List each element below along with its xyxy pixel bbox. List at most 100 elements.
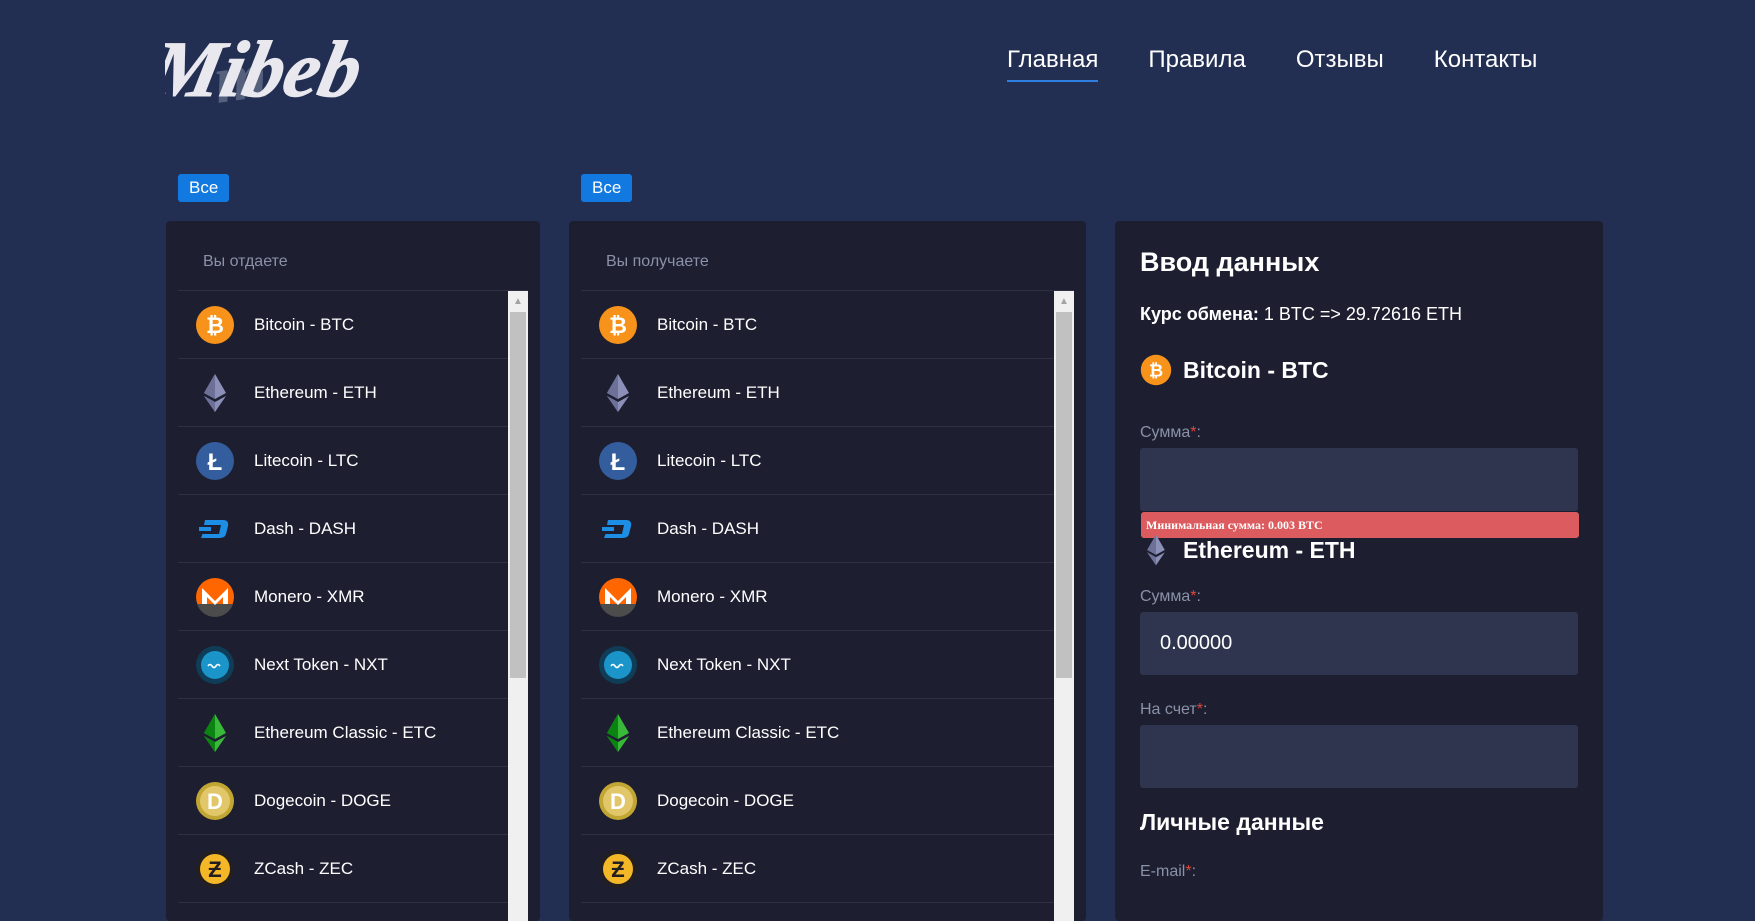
email-label: E-mail*:	[1140, 863, 1197, 880]
bitcoin-icon: ₿	[195, 305, 235, 345]
list-item[interactable]: Next Token - NXT	[178, 631, 508, 699]
svg-text:D: D	[610, 789, 626, 814]
ethereum-classic-icon	[598, 713, 638, 753]
get-currency-list: ₿ Bitcoin - BTC Ethereum - ETH Ł Litecoin - …	[581, 291, 1054, 903]
exchange-rate: Курс обмена: 1 BTC => 29.72616 ETH	[1140, 304, 1462, 325]
list-item[interactable]: Monero - XMR	[581, 563, 1054, 631]
svg-text:₿: ₿	[1149, 360, 1163, 380]
list-item-label: Bitcoin - BTC	[657, 314, 758, 334]
list-item[interactable]: Ethereum Classic - ETC	[178, 699, 508, 767]
scroll-thumb[interactable]	[510, 312, 526, 678]
list-item[interactable]: Ƶ ZCash - ZEC	[581, 835, 1054, 903]
svg-text:Ƶ: Ƶ	[611, 857, 624, 882]
dogecoin-icon: D	[195, 781, 235, 821]
dash-icon	[195, 509, 235, 549]
svg-text:D: D	[207, 789, 223, 814]
ethereum-icon	[195, 373, 235, 413]
get-list-scrollbar[interactable]: ▲	[1054, 291, 1074, 921]
account-label: На счет*:	[1140, 701, 1208, 718]
give-amount-input[interactable]	[1140, 448, 1578, 511]
list-item-label: Dash - DASH	[657, 518, 760, 538]
get-amount-input[interactable]	[1140, 612, 1578, 675]
list-item[interactable]: Ƶ ZCash - ZEC	[178, 835, 508, 903]
list-item[interactable]: ₿ Bitcoin - BTC	[581, 291, 1054, 359]
dogecoin-icon: D	[598, 781, 638, 821]
dash-icon	[598, 509, 638, 549]
list-item[interactable]: Ethereum - ETH	[581, 359, 1054, 427]
svg-text:₿: ₿	[609, 313, 627, 338]
list-item[interactable]: ₿ Bitcoin - BTC	[178, 291, 508, 359]
list-item-label: ZCash - ZEC	[254, 858, 354, 878]
give-currency-heading: ₿ Bitcoin - BTC	[1140, 354, 1329, 386]
get-currency-panel: Вы получаете ₿ Bitcoin - BTC Ethereum - ET…	[569, 221, 1086, 921]
get-currency-list-wrap: ₿ Bitcoin - BTC Ethereum - ETH Ł Litecoin - …	[581, 290, 1074, 921]
list-item[interactable]: Monero - XMR	[178, 563, 508, 631]
filter-all-give-button[interactable]: Все	[178, 174, 230, 202]
get-panel-title: Вы получаете	[606, 253, 709, 270]
zcash-icon: Ƶ	[195, 849, 235, 889]
give-currency-list: ₿ Bitcoin - BTC Ethereum - ETH Ł Litecoin - …	[178, 291, 508, 903]
monero-icon	[195, 577, 235, 617]
list-item-label: Dogecoin - DOGE	[657, 790, 794, 810]
filter-all-get-button[interactable]: Все	[581, 174, 633, 202]
list-item-label: Ethereum - ETH	[254, 382, 377, 402]
list-item-label: Dash - DASH	[254, 518, 357, 538]
list-item-label: ZCash - ZEC	[657, 858, 757, 878]
site-logo[interactable]: m Mibeb	[165, 8, 405, 118]
nav-home[interactable]: Главная	[1007, 46, 1099, 82]
give-amount-label: Сумма*:	[1140, 424, 1201, 441]
zcash-icon: Ƶ	[598, 849, 638, 889]
svg-text:Ƶ: Ƶ	[208, 857, 221, 882]
list-item-label: Bitcoin - BTC	[254, 314, 355, 334]
personal-data-title: Личные данные	[1140, 809, 1324, 835]
account-input[interactable]	[1140, 725, 1578, 788]
list-item[interactable]: Ł Litecoin - LTC	[581, 427, 1054, 495]
list-item[interactable]: Dash - DASH	[581, 495, 1054, 563]
nav-contacts[interactable]: Контакты	[1434, 46, 1538, 80]
give-currency-panel: Вы отдаете ₿ Bitcoin - BTC Ethereum - ETH Ł…	[166, 221, 540, 921]
list-item-label: Dogecoin - DOGE	[254, 790, 391, 810]
main-nav: Главная Правила Отзывы Контакты	[1007, 46, 1587, 82]
get-currency-heading: Ethereum - ETH	[1140, 534, 1356, 566]
svg-text:₿: ₿	[206, 313, 224, 338]
list-item-label: Ethereum - ETH	[657, 382, 780, 402]
nav-rules[interactable]: Правила	[1148, 46, 1245, 80]
list-item-label: Monero - XMR	[657, 586, 768, 606]
nav-reviews[interactable]: Отзывы	[1296, 46, 1384, 80]
list-item[interactable]: Next Token - NXT	[581, 631, 1054, 699]
scroll-thumb[interactable]	[1056, 312, 1072, 678]
list-item-label: Monero - XMR	[254, 586, 365, 606]
nxt-icon	[195, 645, 235, 685]
list-item[interactable]: Ethereum - ETH	[178, 359, 508, 427]
bitcoin-icon: ₿	[1140, 354, 1172, 386]
ethereum-icon	[1140, 534, 1172, 566]
exchange-rate-value: 1 BTC => 29.72616 ETH	[1263, 304, 1462, 324]
list-item[interactable]: Ł Litecoin - LTC	[178, 427, 508, 495]
list-item[interactable]: Dash - DASH	[178, 495, 508, 563]
litecoin-icon: Ł	[195, 441, 235, 481]
litecoin-icon: Ł	[598, 441, 638, 481]
ethereum-icon	[598, 373, 638, 413]
get-amount-label: Сумма*:	[1140, 588, 1201, 605]
get-currency-name: Ethereum - ETH	[1183, 536, 1356, 563]
give-currency-list-wrap: ₿ Bitcoin - BTC Ethereum - ETH Ł Litecoin - …	[178, 290, 528, 921]
svg-text:Ł: Ł	[208, 449, 223, 476]
monero-icon	[598, 577, 638, 617]
list-item-label: Ethereum Classic - ETC	[657, 722, 840, 742]
scroll-up-arrow-icon[interactable]: ▲	[1054, 291, 1074, 311]
give-currency-name: Bitcoin - BTC	[1183, 356, 1329, 383]
svg-text:Mibeb: Mibeb	[165, 26, 370, 114]
give-list-scrollbar[interactable]: ▲	[508, 291, 528, 921]
list-item[interactable]: D Dogecoin - DOGE	[178, 767, 508, 835]
list-item[interactable]: D Dogecoin - DOGE	[581, 767, 1054, 835]
list-item-label: Next Token - NXT	[657, 654, 791, 674]
list-item[interactable]: Ethereum Classic - ETC	[581, 699, 1054, 767]
list-item-label: Next Token - NXT	[254, 654, 388, 674]
list-item-label: Litecoin - LTC	[254, 450, 359, 470]
ethereum-classic-icon	[195, 713, 235, 753]
svg-text:Ł: Ł	[611, 449, 626, 476]
give-panel-title: Вы отдаете	[203, 253, 288, 270]
scroll-up-arrow-icon[interactable]: ▲	[508, 291, 528, 311]
exchange-rate-label: Курс обмена:	[1140, 304, 1259, 324]
list-item-label: Ethereum Classic - ETC	[254, 722, 437, 742]
